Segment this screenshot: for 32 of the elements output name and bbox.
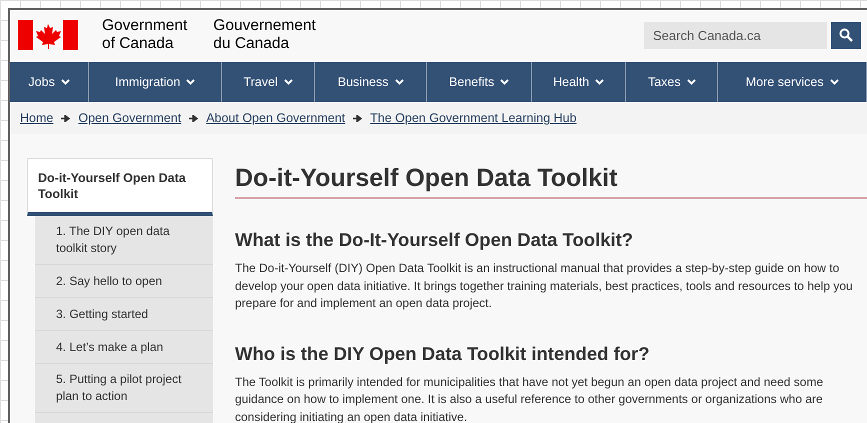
breadcrumb-link[interactable]: About Open Government [206,111,346,125]
sidebar-menu-item[interactable]: 3. Getting started [35,298,213,331]
breadcrumb-link[interactable]: Home [20,111,54,125]
government-name-french: Gouvernement du Canada [213,17,316,53]
arrow-right-icon [353,114,362,122]
section-paragraph: The Do-it-Yourself (DIY) Open Data Toolkit is an instructional manual that provides a step-by-step guide on how to develop your open data initiative. It brings together training materials, best practices, tools and resources to help you prepare for and implement an open data project. [235,260,854,312]
search-button[interactable] [831,22,861,48]
chevron-down-icon [500,79,510,85]
sidebar-menu-item[interactable]: 2. Say hello to open [35,265,213,298]
search-icon [839,28,853,42]
breadcrumb-link[interactable]: Open Government [78,111,182,125]
government-name: Government of Canada [102,17,188,53]
sidebar-menu-item[interactable]: 4. Let’s make a plan [35,331,213,364]
section-heading: Who is the DIY Open Data Toolkit intended for? [235,342,651,364]
chevron-down-icon [595,79,604,85]
canada-flag-icon [18,20,78,50]
chevron-down-icon [284,79,293,85]
arrow-right-icon [189,114,198,122]
arrow-right-icon [61,114,70,122]
chevron-down-icon [60,79,70,85]
breadcrumb-link[interactable]: The Open Government Learning Hub [370,111,577,125]
sidebar-menu-item[interactable]: 1. The DIY open data toolkit story [35,216,213,265]
page-title: Do-it-Yourself Open Data Toolkit [235,164,867,199]
search-field[interactable]: Search Canada.ca [644,22,827,48]
section-heading: What is the Do-It-Yourself Open Data Toolkit? [235,229,634,251]
chevron-down-icon [830,79,839,85]
chevron-down-icon [186,79,196,85]
sidebar-menu-item[interactable]: 5. Putting a pilot project plan to action [35,364,213,413]
chevron-down-icon [686,79,696,85]
section-paragraph: The Toolkit is primarily intended for municipalities that have not yet begun an open data project and need some guidance on how to implement one. It is also a useful reference to other governments or organizations who are considering initiating an open data initiative. [235,374,824,423]
sidebar-title: Do-it-Yourself Open Data Toolkit [27,158,213,216]
chevron-down-icon [394,79,404,85]
